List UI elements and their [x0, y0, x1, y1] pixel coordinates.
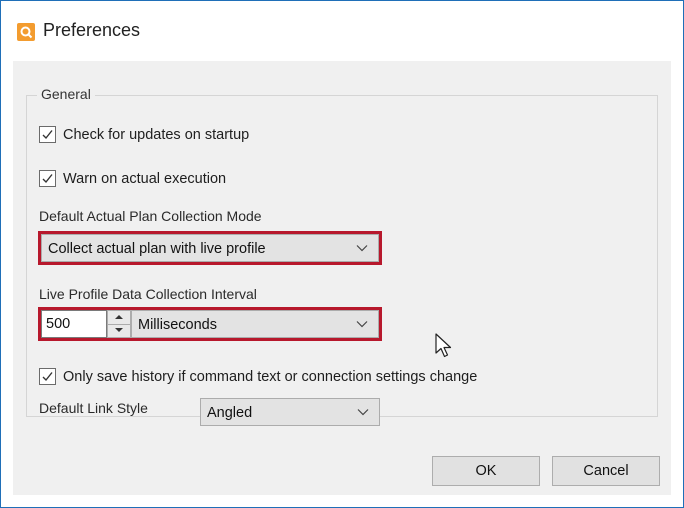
- link-style-select[interactable]: Angled: [200, 398, 380, 426]
- plan-mode-label: Default Actual Plan Collection Mode: [39, 208, 262, 224]
- ok-button[interactable]: OK: [432, 456, 540, 486]
- plan-mode-select[interactable]: Collect actual plan with live profile: [38, 231, 382, 265]
- history-checkbox[interactable]: [39, 368, 56, 385]
- cancel-button[interactable]: Cancel: [552, 456, 660, 486]
- checkmark-icon: [42, 174, 53, 184]
- interval-value: 500: [46, 316, 71, 332]
- chevron-down-icon: [356, 245, 368, 252]
- spin-down-icon: [115, 328, 123, 332]
- interval-unit-select[interactable]: Milliseconds: [131, 310, 379, 338]
- link-style-label: Default Link Style: [39, 400, 148, 416]
- interval-label: Live Profile Data Collection Interval: [39, 286, 257, 302]
- spin-down-button[interactable]: [108, 324, 130, 337]
- window-title: Preferences: [43, 20, 141, 40]
- preferences-window: Preferences General Check for updates on…: [0, 0, 684, 508]
- history-label: Only save history if command text or con…: [63, 368, 478, 385]
- mouse-cursor-icon: [435, 333, 452, 358]
- check-updates-row[interactable]: Check for updates on startup: [39, 126, 249, 143]
- check-updates-label: Check for updates on startup: [63, 126, 250, 143]
- link-style-value: Angled: [207, 405, 253, 421]
- title-bar: Preferences: [1, 1, 683, 61]
- warn-actual-checkbox[interactable]: [39, 170, 56, 187]
- dialog-body: General Check for updates on startup War…: [13, 61, 671, 495]
- interval-controls: 500 Milliseconds: [38, 307, 382, 341]
- chevron-down-icon: [357, 409, 369, 416]
- warn-actual-row[interactable]: Warn on actual execution: [39, 170, 226, 187]
- check-updates-checkbox[interactable]: [39, 126, 56, 143]
- checkmark-icon: [42, 130, 53, 140]
- history-row[interactable]: Only save history if command text or con…: [39, 368, 477, 385]
- checkmark-icon: [42, 372, 53, 382]
- spin-up-icon: [115, 315, 123, 319]
- interval-input[interactable]: 500: [41, 310, 107, 338]
- spin-up-button[interactable]: [108, 311, 130, 325]
- plan-mode-value: Collect actual plan with live profile: [48, 241, 266, 257]
- interval-spinner[interactable]: [107, 310, 131, 338]
- general-group: General Check for updates on startup War…: [26, 86, 658, 417]
- interval-unit-value: Milliseconds: [138, 317, 217, 333]
- general-legend: General: [37, 86, 95, 102]
- chevron-down-icon: [356, 321, 368, 328]
- warn-actual-label: Warn on actual execution: [63, 170, 227, 187]
- app-icon: [17, 23, 35, 41]
